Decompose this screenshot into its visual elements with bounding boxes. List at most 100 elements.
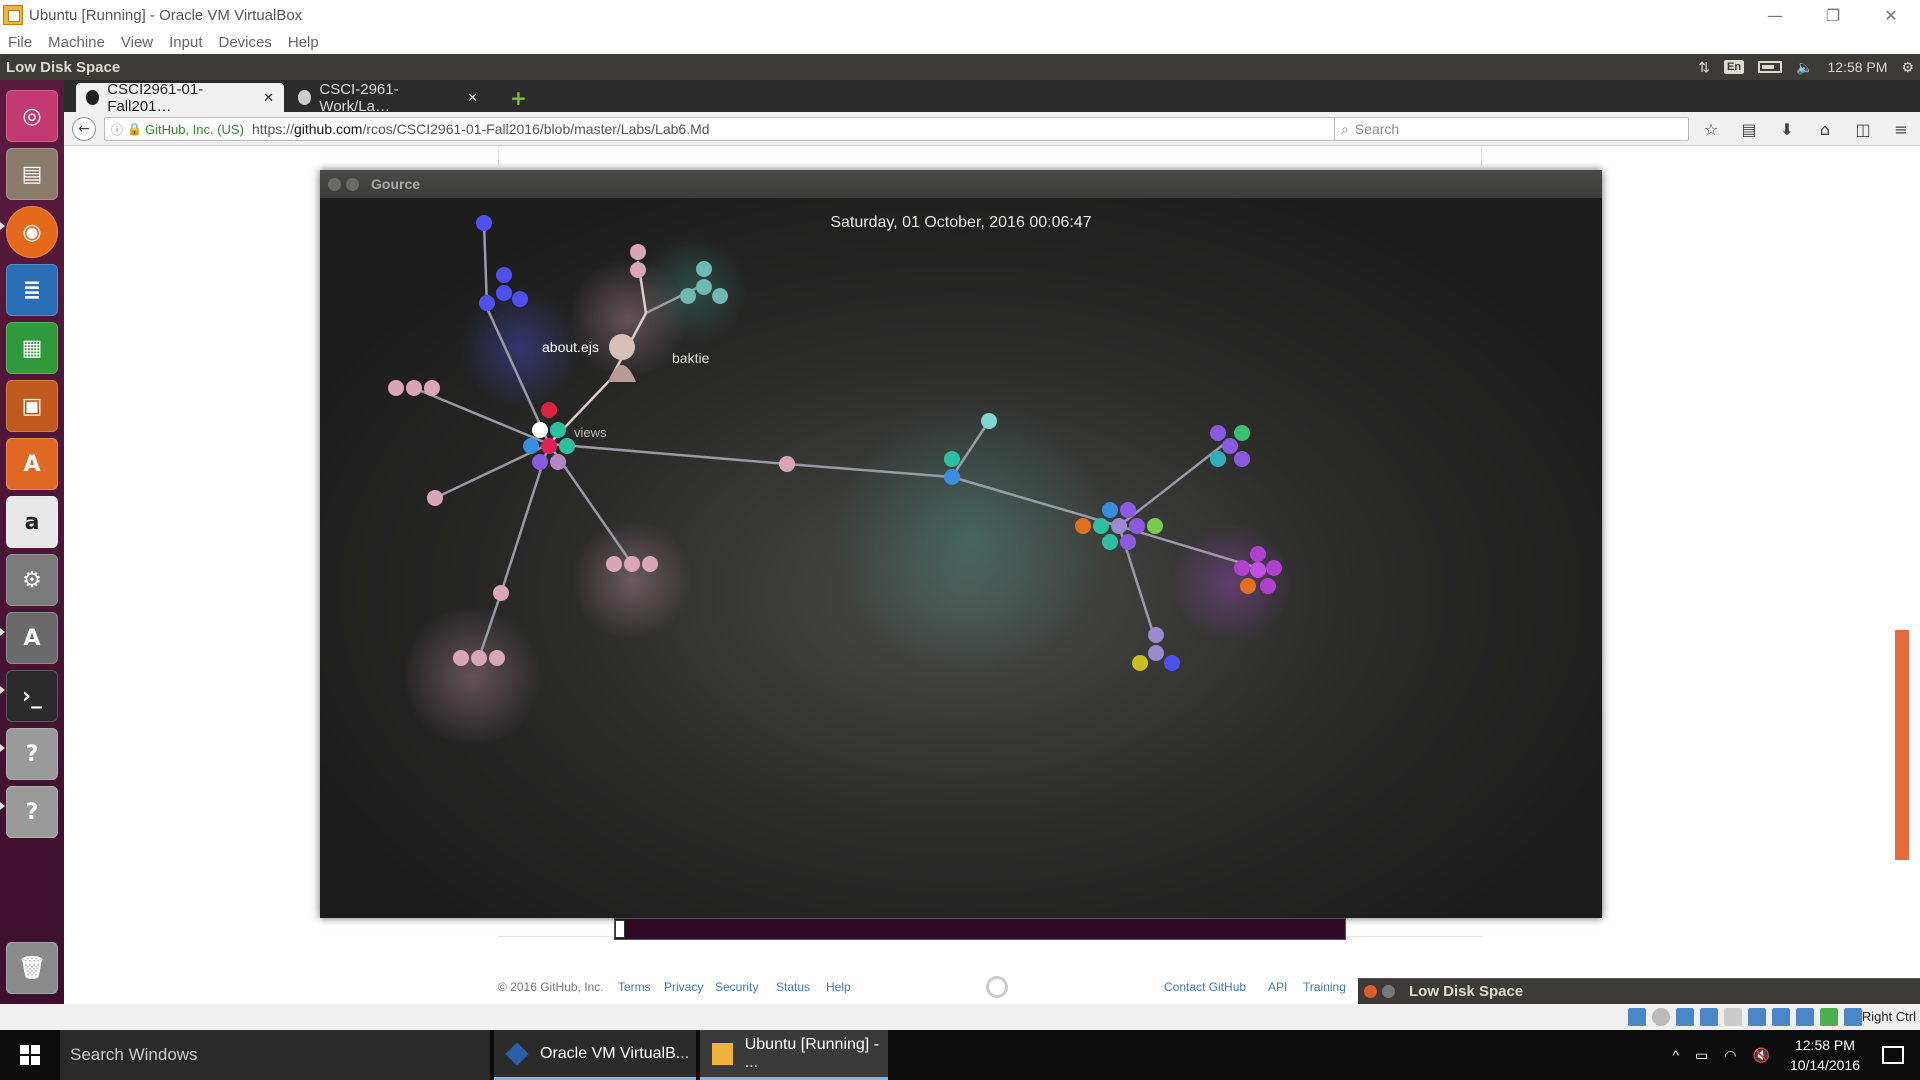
- trash-icon[interactable]: 🗑: [6, 942, 58, 994]
- gource-titlebar[interactable]: Gource: [320, 170, 1602, 198]
- tab-inactive[interactable]: CSCI-2961-Work/La… ✕: [288, 81, 488, 115]
- tab-close-icon[interactable]: ✕: [263, 90, 274, 106]
- gource-visualization: [388, 215, 1292, 746]
- gource-canvas[interactable]: Saturday, 01 October, 2016 00:06:47 abou…: [320, 198, 1602, 918]
- notification-close-button[interactable]: [1364, 985, 1377, 998]
- battery-icon[interactable]: [1758, 61, 1783, 73]
- taskbar-app-ubuntu[interactable]: Ubuntu [Running] - ...: [700, 1030, 888, 1080]
- footer-link-security[interactable]: Security: [715, 980, 758, 994]
- software-center-icon[interactable]: A: [6, 438, 58, 490]
- footer-link-privacy[interactable]: Privacy: [664, 980, 703, 994]
- tab-close-icon[interactable]: ✕: [467, 90, 478, 106]
- network-adapter-icon[interactable]: [1748, 1008, 1766, 1026]
- footer-link-status[interactable]: Status: [776, 980, 810, 994]
- minimize-button[interactable]: —: [1746, 0, 1804, 30]
- keyboard-layout-indicator[interactable]: En: [1724, 60, 1745, 74]
- url-bar[interactable]: ⓘ 🔒 GitHub, Inc. (US) https://github.com…: [104, 117, 1374, 141]
- amazon-icon[interactable]: a: [6, 496, 58, 548]
- running-indicator-arrow: [0, 744, 5, 752]
- new-tab-icon[interactable]: +: [510, 86, 527, 110]
- site-identity[interactable]: GitHub, Inc. (US): [145, 122, 244, 137]
- files-icon[interactable]: ▤: [6, 148, 58, 200]
- search-bar[interactable]: ⌕ Search: [1334, 117, 1689, 141]
- video-capture-icon[interactable]: [1772, 1008, 1790, 1026]
- taskbar-clock[interactable]: 12:58 PM 10/14/2016: [1790, 1035, 1860, 1075]
- menu-input[interactable]: Input: [169, 34, 202, 51]
- search-placeholder: Search: [1354, 121, 1400, 137]
- menu-machine[interactable]: Machine: [48, 34, 105, 51]
- software-updater-icon[interactable]: A: [6, 612, 58, 664]
- impress-icon[interactable]: ▣: [6, 380, 58, 432]
- gource-timeline-bar[interactable]: [614, 918, 1346, 940]
- url-text[interactable]: https://github.com/rcos/CSCI2961-01-Fall…: [252, 121, 710, 137]
- tab-active[interactable]: CSCI2961-01-Fall201… ✕: [76, 80, 284, 115]
- footer-link-api[interactable]: API: [1268, 980, 1287, 994]
- dash-home-icon[interactable]: ◎: [6, 90, 58, 142]
- menu-file[interactable]: File: [8, 34, 32, 51]
- footer-link-training[interactable]: Training: [1303, 980, 1346, 994]
- screen: Ubuntu [Running] - Oracle VM VirtualBox …: [0, 0, 1920, 1080]
- tab-title: CSCI2961-01-Fall201…: [107, 80, 204, 115]
- download-icon[interactable]: ⬇: [1768, 120, 1806, 139]
- volume-icon[interactable]: 🔈: [1796, 59, 1813, 76]
- panel-clock[interactable]: 12:58 PM: [1828, 59, 1888, 75]
- optical-drive-icon[interactable]: [1652, 1008, 1670, 1026]
- display-icon[interactable]: [1724, 1008, 1742, 1026]
- unknown-app-icon[interactable]: ?: [6, 728, 58, 780]
- running-indicator-arrow: [0, 686, 5, 694]
- firefox-icon[interactable]: ◉: [6, 206, 58, 258]
- home-icon[interactable]: ⌂: [1806, 120, 1844, 139]
- menu-icon[interactable]: ≡: [1882, 120, 1920, 139]
- info-icon[interactable]: ⓘ: [111, 121, 123, 138]
- writer-icon[interactable]: ≣: [6, 264, 58, 316]
- low-disk-notification[interactable]: Low Disk Space: [1358, 978, 1920, 1004]
- gource-close-button[interactable]: [328, 177, 341, 191]
- notification-minimize-button[interactable]: [1382, 985, 1395, 998]
- menu-devices[interactable]: Devices: [219, 34, 272, 51]
- usb-icon[interactable]: [1676, 1008, 1694, 1026]
- hard-disk-icon[interactable]: [1628, 1008, 1646, 1026]
- wifi-icon[interactable]: ◠: [1724, 1047, 1736, 1064]
- battery-icon[interactable]: ▭: [1695, 1047, 1708, 1064]
- network-icon[interactable]: ⇅: [1698, 59, 1710, 76]
- panel-indicators: ⇅ En 🔈 12:58 PM ⚙: [1698, 54, 1914, 80]
- timeline-handle[interactable]: [615, 920, 625, 938]
- system-settings-icon[interactable]: ⚙: [6, 554, 58, 606]
- footer-link-help[interactable]: Help: [826, 980, 851, 994]
- gource-window[interactable]: Gource Saturday, 01 October, 2016 00:06:…: [320, 170, 1602, 918]
- close-button[interactable]: ✕: [1862, 0, 1920, 30]
- virtualbox-titlebar[interactable]: Ubuntu [Running] - Oracle VM VirtualBox …: [0, 0, 1920, 30]
- action-center-icon[interactable]: [1882, 1046, 1904, 1064]
- back-icon[interactable]: ←: [72, 117, 96, 141]
- menu-help[interactable]: Help: [288, 34, 319, 51]
- calc-icon[interactable]: ▦: [6, 322, 58, 374]
- file-nodes: [388, 215, 1282, 671]
- start-button[interactable]: [0, 1030, 60, 1080]
- chevron-up-icon[interactable]: ^: [1672, 1047, 1679, 1063]
- cpu-icon[interactable]: [1796, 1008, 1814, 1026]
- taskbar-app-virtualbox[interactable]: Oracle VM VirtualB...: [494, 1030, 696, 1080]
- ubuntu-top-panel: Low Disk Space ⇅ En 🔈 12:58 PM ⚙: [0, 54, 1920, 80]
- bookmarks-list-icon[interactable]: ▤: [1730, 120, 1768, 139]
- terminal-icon[interactable]: ›_: [6, 670, 58, 722]
- pocket-icon[interactable]: ◫: [1844, 120, 1882, 139]
- shared-folders-icon[interactable]: [1700, 1008, 1718, 1026]
- gource-date-label: Saturday, 01 October, 2016 00:06:47: [830, 214, 1092, 231]
- bookmark-star-icon[interactable]: ☆: [1692, 120, 1730, 139]
- tree-edges: [413, 222, 1259, 659]
- footer-link-contact[interactable]: Contact GitHub: [1164, 980, 1246, 994]
- gource-minimize-button[interactable]: [346, 177, 359, 191]
- github-octocat-icon[interactable]: [986, 976, 1008, 998]
- keyboard-capture-icon[interactable]: [1844, 1008, 1862, 1026]
- unknown-app-icon[interactable]: ?: [6, 786, 58, 838]
- browser-tabbar: CSCI2961-01-Fall201… ✕ CSCI-2961-Work/La…: [64, 80, 1920, 115]
- footer-link-terms[interactable]: Terms: [618, 980, 651, 994]
- window-title: Ubuntu [Running] - Oracle VM VirtualBox: [29, 6, 303, 24]
- mouse-integration-icon[interactable]: [1820, 1008, 1838, 1026]
- restore-button[interactable]: ❐: [1804, 0, 1862, 30]
- volume-muted-icon[interactable]: 🔇: [1752, 1047, 1769, 1064]
- gear-icon[interactable]: ⚙: [1901, 59, 1914, 76]
- windows-search-box[interactable]: Search Windows: [60, 1030, 490, 1080]
- virtualbox-app-icon: [3, 5, 23, 25]
- menu-view[interactable]: View: [121, 34, 153, 51]
